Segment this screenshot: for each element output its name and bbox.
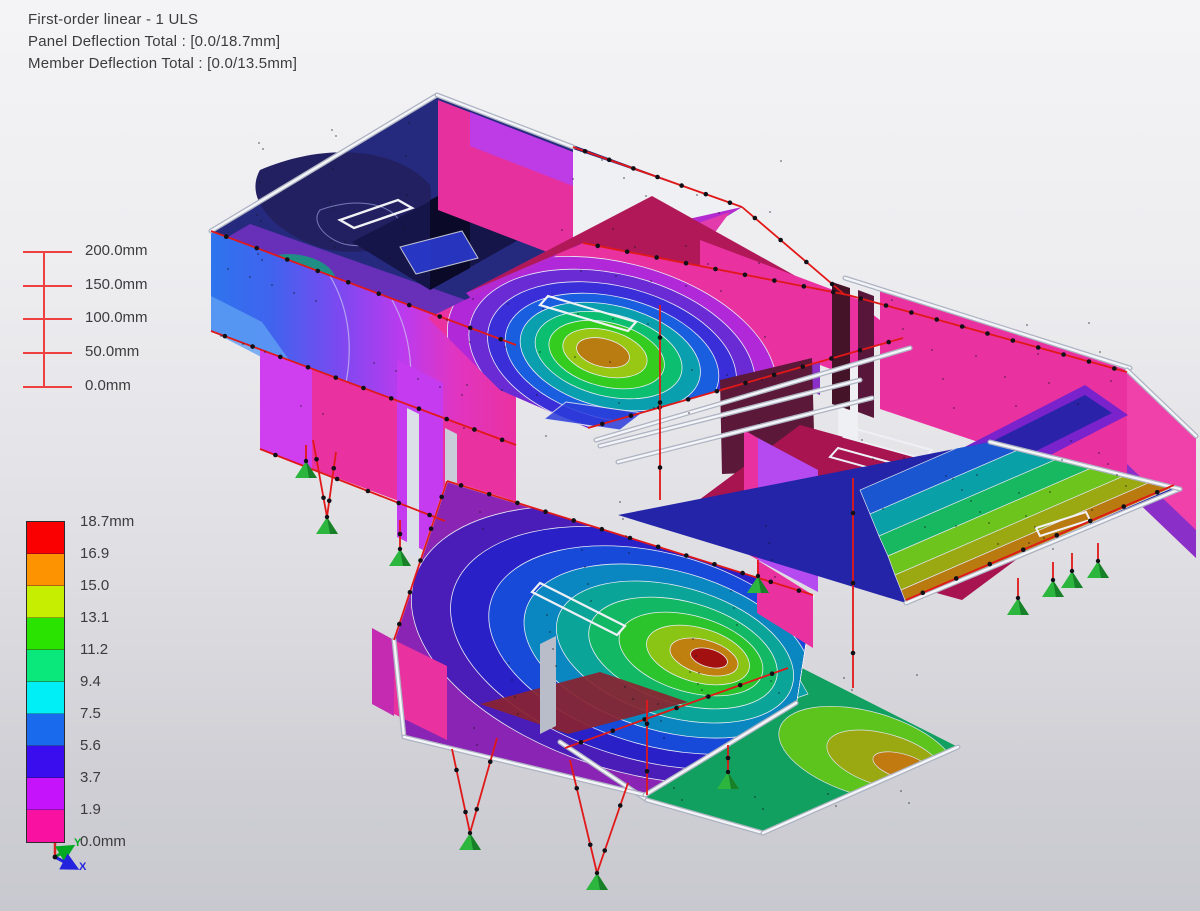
legend-color-band	[27, 746, 64, 778]
scale-bar-tick	[23, 352, 72, 354]
scale-bar-label: 150.0mm	[85, 276, 148, 293]
y-axis-arrow	[55, 848, 70, 857]
legend-boundary-label: 9.4	[80, 673, 101, 690]
triad-origin-node	[53, 855, 58, 860]
scale-bar-label: 200.0mm	[85, 242, 148, 259]
load-case-title: First-order linear - 1 ULS	[28, 9, 297, 31]
legend-color-band	[27, 586, 64, 618]
legend-color-band	[27, 778, 64, 810]
legend-boundary-label: 5.6	[80, 737, 101, 754]
deflection-scale-bar: 200.0mm 150.0mm 100.0mm 50.0mm 0.0mm	[23, 244, 203, 404]
legend-boundary-label: 11.2	[80, 641, 108, 658]
x-axis-label: X	[79, 861, 87, 873]
legend-boundary-label: 3.7	[80, 769, 101, 786]
deflection-color-legend: 18.7mm16.915.013.111.29.47.55.63.71.90.0…	[26, 521, 196, 861]
legend-boundary-label: 18.7mm	[80, 513, 134, 530]
legend-color-band	[27, 650, 64, 682]
legend-boundary-label: 16.9	[80, 545, 109, 562]
legend-color-band	[27, 682, 64, 714]
x-axis-arrow	[55, 857, 74, 867]
y-axis-label: Y	[74, 837, 82, 849]
result-title-block: First-order linear - 1 ULS Panel Deflect…	[28, 9, 297, 75]
legend-boundary-label: 15.0	[80, 577, 109, 594]
legend-boundary-label: 13.1	[80, 609, 109, 626]
legend-boundary-label: 7.5	[80, 705, 101, 722]
scale-bar-label: 50.0mm	[85, 343, 139, 360]
legend-color-band	[27, 554, 64, 586]
axis-triad: Y X	[38, 828, 118, 898]
scale-bar-label: 100.0mm	[85, 309, 148, 326]
panel-deflection-range: Panel Deflection Total : [0.0/18.7mm]	[28, 31, 297, 53]
legend-color-band	[27, 618, 64, 650]
legend-color-band	[27, 522, 64, 554]
scale-bar-tick	[23, 285, 72, 287]
fea-result-viewport[interactable]: First-order linear - 1 ULS Panel Deflect…	[0, 0, 1200, 911]
scale-bar-tick	[23, 318, 72, 320]
legend-boundary-label: 1.9	[80, 801, 101, 818]
legend-color-band	[27, 714, 64, 746]
member-deflection-range: Member Deflection Total : [0.0/13.5mm]	[28, 53, 297, 75]
scale-bar-label: 0.0mm	[85, 377, 131, 394]
scale-bar-tick	[23, 386, 72, 388]
scale-bar-tick	[23, 251, 72, 253]
legend-color-ramp	[26, 521, 65, 843]
